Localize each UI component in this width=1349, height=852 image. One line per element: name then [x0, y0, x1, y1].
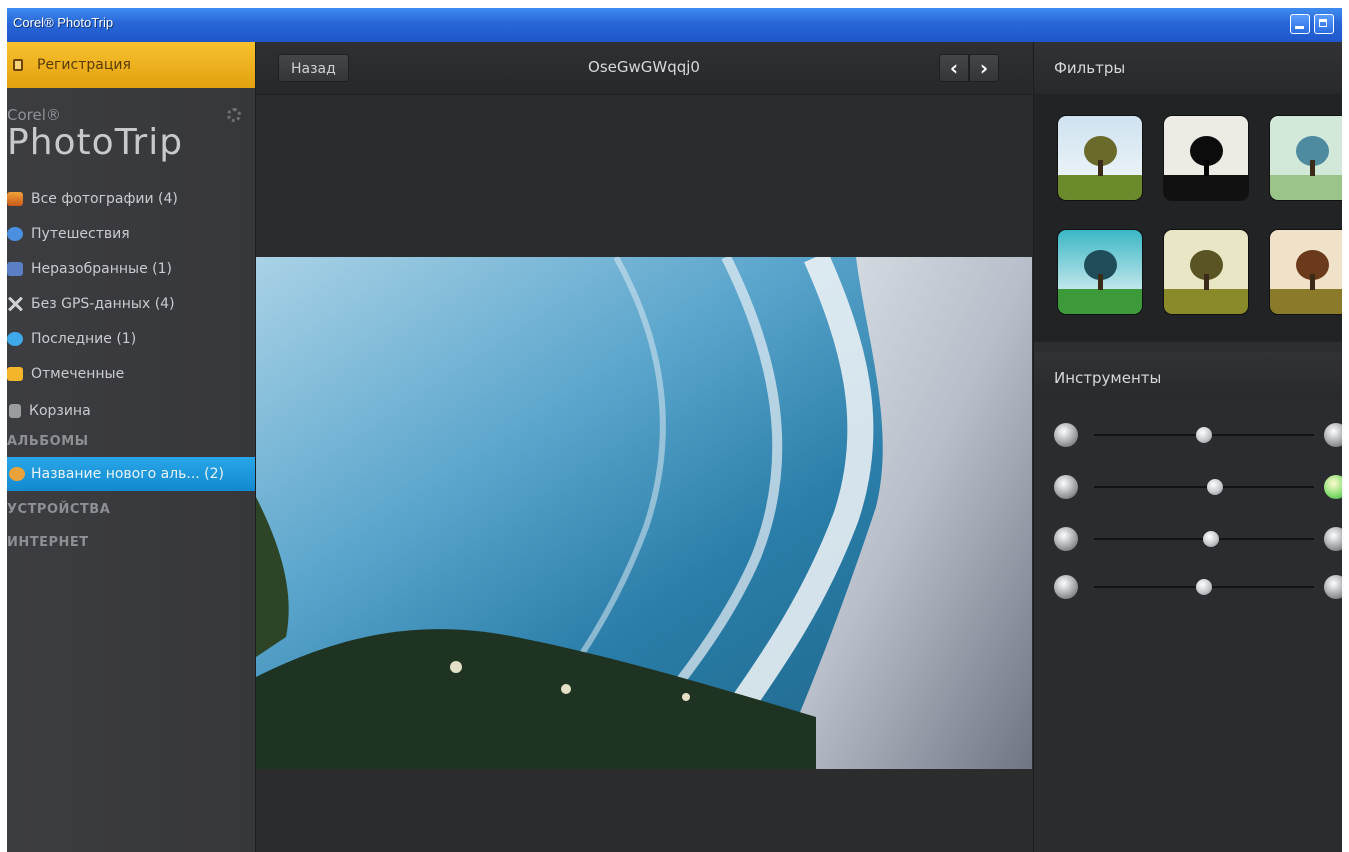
prev-photo-button[interactable]: ‹ — [939, 54, 969, 82]
globe-icon — [7, 227, 23, 241]
photo-image — [256, 257, 1032, 769]
maximize-button[interactable] — [1314, 14, 1334, 34]
filters-heading: Фильтры — [1034, 42, 1342, 94]
slider-knob[interactable] — [1196, 427, 1212, 443]
sidebar-item-label: Корзина — [29, 403, 91, 419]
lock-icon — [13, 59, 23, 71]
sidebar-item-travels[interactable]: Путешествия — [7, 221, 255, 247]
register-label: Регистрация — [37, 57, 131, 73]
photos-icon — [7, 192, 23, 206]
sidebar-item-label: Последние (1) — [31, 331, 137, 347]
filter-thumb-4[interactable] — [1058, 230, 1142, 314]
tools-panel — [1034, 400, 1342, 852]
brightness-high-icon — [1324, 423, 1342, 447]
viewer-toolbar: Назад OseGwGWqqj0 ‹ › — [256, 42, 1032, 95]
internet-heading[interactable]: ИНТЕРНЕТ — [7, 535, 89, 550]
saturation-high-icon — [1324, 475, 1342, 499]
trash-icon — [9, 404, 21, 418]
sharpness-high-icon — [1324, 575, 1342, 599]
sidebar-item-label: Отмеченные — [31, 366, 125, 382]
gear-icon[interactable] — [227, 108, 241, 122]
brightness-low-icon — [1054, 423, 1078, 447]
sidebar: Регистрация Corel® PhotoTrip Все фотогра… — [7, 42, 256, 852]
sidebar-item-all-photos[interactable]: Все фотографии (4) — [7, 186, 255, 212]
albums-heading[interactable]: АЛЬБОМЫ — [7, 434, 89, 449]
sidebar-item-label: Без GPS-данных (4) — [31, 296, 175, 312]
register-button[interactable]: Регистрация — [7, 42, 255, 88]
next-photo-button[interactable]: › — [969, 54, 999, 82]
sidebar-item-flagged[interactable]: Отмеченные — [7, 361, 255, 387]
filter-thumb-3[interactable] — [1270, 116, 1342, 200]
sidebar-item-unsorted[interactable]: Неразобранные (1) — [7, 256, 255, 282]
sharpness-low-icon — [1054, 575, 1078, 599]
slider-track[interactable] — [1094, 486, 1314, 488]
tools-heading: Инструменты — [1034, 352, 1342, 404]
album-icon — [9, 467, 25, 481]
filter-thumb-6[interactable] — [1270, 230, 1342, 314]
sharpness-slider[interactable] — [1034, 572, 1342, 602]
slider-knob[interactable] — [1207, 479, 1223, 495]
contrast-high-icon — [1324, 527, 1342, 551]
sidebar-item-label: Неразобранные (1) — [31, 261, 172, 277]
sidebar-item-trash[interactable]: Корзина — [7, 398, 255, 424]
no-gps-icon — [7, 297, 23, 311]
slider-knob[interactable] — [1202, 531, 1219, 547]
filter-thumb-5[interactable] — [1164, 230, 1248, 314]
filter-thumb-1[interactable] — [1058, 116, 1142, 200]
recent-icon — [7, 332, 23, 346]
sidebar-item-recent[interactable]: Последние (1) — [7, 326, 255, 352]
title-bar[interactable]: Corel® PhotoTrip — [7, 8, 1342, 42]
unsorted-icon — [7, 262, 23, 276]
edit-panel: Фильтры Инструменты — [1033, 42, 1342, 852]
contrast-slider[interactable] — [1034, 524, 1342, 554]
filter-thumb-2[interactable] — [1164, 116, 1248, 200]
saturation-low-icon — [1054, 475, 1078, 499]
sidebar-item-label: Все фотографии (4) — [31, 191, 178, 207]
filters-grid — [1034, 94, 1342, 342]
saturation-slider[interactable] — [1034, 472, 1342, 502]
devices-heading[interactable]: УСТРОЙСТВА — [7, 502, 110, 517]
contrast-low-icon — [1054, 527, 1078, 551]
album-label: Название нового аль... (2) — [31, 466, 225, 482]
slider-knob[interactable] — [1196, 579, 1212, 595]
app-window: Corel® PhotoTrip Регистрация Corel® Phot… — [7, 8, 1342, 852]
sidebar-item-no-gps[interactable]: Без GPS-данных (4) — [7, 291, 255, 317]
photo-title: OseGwGWqqj0 — [588, 58, 700, 76]
brightness-slider[interactable] — [1034, 420, 1342, 450]
photo-viewer: Назад OseGwGWqqj0 ‹ › — [256, 42, 1032, 852]
window-title: Corel® PhotoTrip — [13, 15, 114, 30]
minimize-button[interactable] — [1290, 14, 1310, 34]
flag-icon — [7, 367, 23, 381]
main-photo[interactable] — [256, 257, 1032, 769]
sidebar-item-label: Путешествия — [31, 226, 130, 242]
album-item-selected[interactable]: Название нового аль... (2) — [7, 457, 255, 491]
brand-logo: PhotoTrip — [7, 122, 184, 163]
